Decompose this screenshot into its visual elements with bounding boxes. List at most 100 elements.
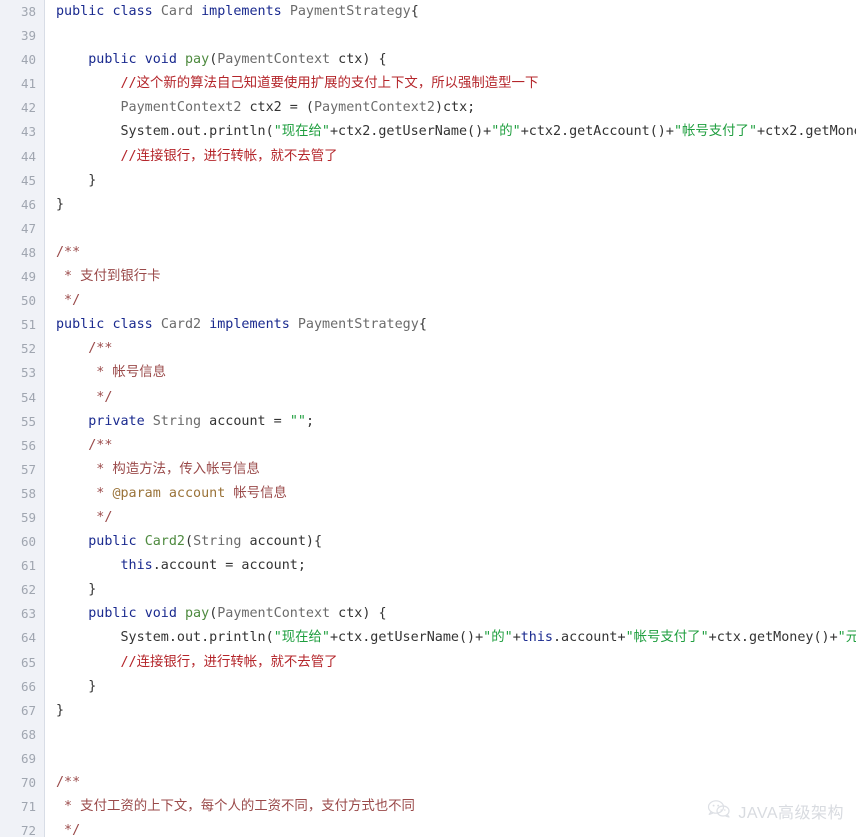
code-line[interactable]: 69 — [0, 747, 856, 771]
code-line-content[interactable]: System.out.println("现在给"+ctx2.getUserNam… — [45, 120, 856, 144]
code-line-content[interactable]: //连接银行，进行转帐，就不去管了 — [45, 651, 856, 675]
code-line[interactable]: 49 * 支付到银行卡 — [0, 265, 856, 289]
code-token-kw: public — [88, 606, 137, 622]
line-number: 50 — [20, 293, 36, 309]
code-line-content[interactable]: public class Card2 implements PaymentStr… — [45, 313, 856, 337]
code-token-kw: public — [88, 534, 137, 550]
code-line-content[interactable]: //这个新的算法自己知道要使用扩展的支付上下文，所以强制造型一下 — [45, 72, 856, 96]
code-line-content[interactable]: /** — [45, 337, 856, 361]
code-line[interactable]: 48 /** — [0, 241, 856, 265]
code-token-doc: * — [56, 485, 113, 501]
code-token-punc: } — [56, 582, 97, 598]
code-line[interactable]: 43 System.out.println("现在给"+ctx2.getUser… — [0, 120, 856, 144]
code-line-content[interactable]: } — [45, 578, 856, 602]
code-token-meth: Card2 — [144, 534, 185, 550]
code-line-content[interactable]: //连接银行，进行转帐，就不去管了 — [45, 145, 856, 169]
code-line[interactable]: 63 public void pay(PaymentContext ctx) { — [0, 602, 856, 626]
code-token-kw: this — [520, 630, 553, 646]
code-line[interactable]: 51 public class Card2 implements PaymentS… — [0, 313, 856, 337]
code-token-type: PaymentContext2 — [314, 100, 435, 116]
code-token-kw: private — [88, 413, 145, 429]
code-line-content[interactable]: private String account = ""; — [45, 410, 856, 434]
code-line-content[interactable]: */ — [45, 289, 856, 313]
code-line-content[interactable]: * 支付到银行卡 — [45, 265, 856, 289]
code-line-content[interactable]: } — [45, 193, 856, 217]
code-line-content[interactable]: */ — [45, 506, 856, 530]
code-line[interactable]: 60 public Card2(String account){ — [0, 530, 856, 554]
code-lines[interactable]: 38 public class Card implements PaymentSt… — [0, 0, 856, 837]
code-line[interactable]: 61 this.account = account; — [0, 554, 856, 578]
code-line-content[interactable]: public void pay(PaymentContext ctx) { — [45, 48, 856, 72]
code-line[interactable]: 64 System.out.println("现在给"+ctx.getUserN… — [0, 626, 856, 650]
code-line[interactable]: 40 public void pay(PaymentContext ctx) { — [0, 48, 856, 72]
code-line-content[interactable]: } — [45, 169, 856, 193]
code-line-content[interactable]: this.account = account; — [45, 554, 856, 578]
code-line-content[interactable]: public void pay(PaymentContext ctx) { — [45, 602, 856, 626]
code-token-plain: +ctx2.getMone — [757, 124, 856, 140]
code-line[interactable]: 42 PaymentContext2 ctx2 = (PaymentContex… — [0, 96, 856, 120]
code-token-plain: +ctx.getUserName()+ — [329, 630, 484, 646]
code-line[interactable]: 67} — [0, 699, 856, 723]
code-line-content[interactable]: * @param account 帐号信息 — [45, 482, 856, 506]
code-line[interactable]: 39 — [0, 24, 856, 48]
code-line[interactable]: 65 //连接银行，进行转帐，就不去管了 — [0, 651, 856, 675]
code-line-content[interactable]: /** — [45, 771, 856, 795]
code-line[interactable]: 56 /** — [0, 434, 856, 458]
code-line[interactable]: 55 private String account = ""; — [0, 410, 856, 434]
code-token-str: "元 — [837, 630, 856, 646]
code-line[interactable]: 52 /** — [0, 337, 856, 361]
code-line[interactable]: 46} — [0, 193, 856, 217]
code-token-plain: ctx — [330, 52, 363, 68]
code-line[interactable]: 70 /** — [0, 771, 856, 795]
code-line[interactable]: 44 //连接银行，进行转帐，就不去管了 — [0, 145, 856, 169]
code-line[interactable]: 72 */ — [0, 819, 856, 837]
code-token-cmt: //连接银行，进行转帐，就不去管了 — [120, 654, 338, 670]
code-line[interactable]: 38 public class Card implements PaymentSt… — [0, 0, 856, 24]
code-line-content[interactable]: } — [45, 675, 856, 699]
line-number: 58 — [20, 485, 36, 501]
code-line[interactable]: 58 * @param account 帐号信息 — [0, 482, 856, 506]
code-token-doc: /** — [56, 244, 81, 260]
line-number: 45 — [20, 172, 36, 188]
code-line[interactable]: 57 * 构造方法，传入帐号信息 — [0, 458, 856, 482]
code-line[interactable]: 54 */ — [0, 386, 856, 410]
code-line-content[interactable]: */ — [45, 819, 856, 837]
code-token-kw: class — [112, 317, 153, 333]
line-number: 44 — [20, 148, 36, 164]
code-line[interactable]: 50 */ — [0, 289, 856, 313]
code-token-type: PaymentContext — [217, 606, 331, 622]
code-line-content[interactable]: PaymentContext2 ctx2 = (PaymentContext2)… — [45, 96, 856, 120]
code-line-content[interactable]: * 构造方法，传入帐号信息 — [45, 458, 856, 482]
code-line[interactable]: 62 } — [0, 578, 856, 602]
code-token-punc: { — [418, 317, 427, 333]
code-line-content[interactable]: public class Card implements PaymentStra… — [45, 0, 856, 24]
code-line[interactable]: 45 } — [0, 169, 856, 193]
code-line[interactable]: 47 — [0, 217, 856, 241]
code-line-content[interactable]: public Card2(String account){ — [45, 530, 856, 554]
code-line[interactable]: 41 //这个新的算法自己知道要使用扩展的支付上下文，所以强制造型一下 — [0, 72, 856, 96]
code-token-doc: /** — [56, 437, 113, 453]
code-line[interactable]: 59 */ — [0, 506, 856, 530]
code-line-content[interactable]: */ — [45, 386, 856, 410]
code-token-plain: + — [512, 630, 521, 646]
code-line[interactable]: 66 } — [0, 675, 856, 699]
code-line-content[interactable]: * 帐号信息 — [45, 361, 856, 385]
code-line[interactable]: 71 * 支付工资的上下文，每个人的工资不同，支付方式也不同 — [0, 795, 856, 819]
code-line[interactable]: 68 — [0, 723, 856, 747]
code-line-content[interactable]: /** — [45, 241, 856, 265]
code-line-content[interactable]: /** — [45, 434, 856, 458]
line-number: 43 — [20, 124, 36, 140]
code-line-content[interactable]: } — [45, 699, 856, 723]
code-line-content[interactable]: * 支付工资的上下文，每个人的工资不同，支付方式也不同 — [45, 795, 856, 819]
code-line[interactable]: 53 * 帐号信息 — [0, 361, 856, 385]
code-token-kw: implements — [209, 317, 290, 333]
line-number: 47 — [20, 220, 36, 236]
code-line-content[interactable]: System.out.println("现在给"+ctx.getUserName… — [45, 626, 856, 650]
line-number: 55 — [20, 413, 36, 429]
